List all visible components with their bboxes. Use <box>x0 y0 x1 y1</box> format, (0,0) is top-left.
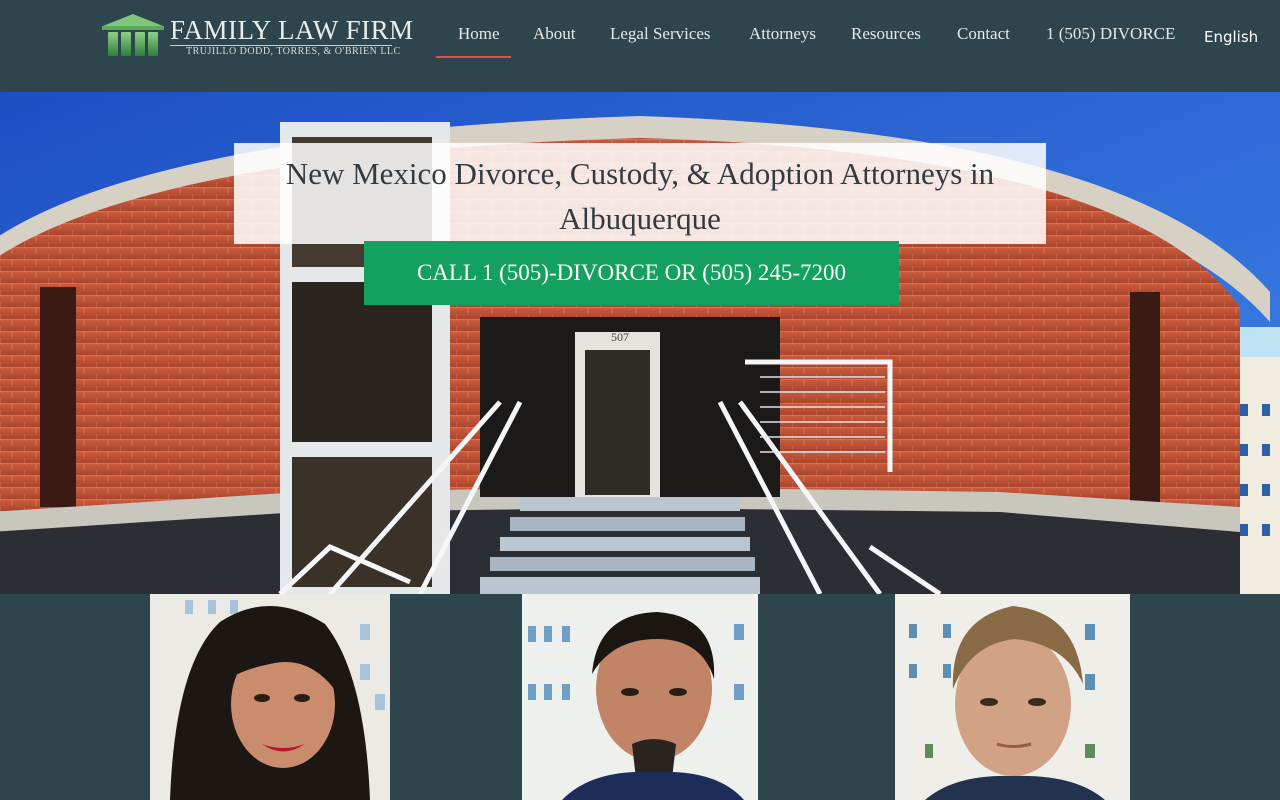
attorney-2-image <box>522 594 758 800</box>
language-selector[interactable]: English <box>1204 28 1258 46</box>
nav-attorneys[interactable]: Attorneys <box>749 24 816 44</box>
hero-title-box: New Mexico Divorce, Custody, & Adoption … <box>234 143 1046 244</box>
site-header: FAMILY LAW FIRM TRUJILLO DODD, TORRES, &… <box>0 0 1280 92</box>
nav-contact[interactable]: Contact <box>957 24 1010 44</box>
logo[interactable]: FAMILY LAW FIRM TRUJILLO DODD, TORRES, &… <box>100 12 413 62</box>
building-number: 507 <box>611 330 629 344</box>
attorney-photo-2[interactable] <box>522 594 758 800</box>
nav-phone[interactable]: 1 (505) DIVORCE <box>1046 24 1175 44</box>
nav-legal-services[interactable]: Legal Services <box>610 24 711 44</box>
hero-title: New Mexico Divorce, Custody, & Adoption … <box>285 156 995 236</box>
attorney-photo-1[interactable] <box>150 594 390 800</box>
attorney-1-image <box>150 594 390 800</box>
active-nav-indicator <box>436 56 511 58</box>
call-cta-button[interactable]: CALL 1 (505)-DIVORCE OR (505) 245-7200 <box>364 241 899 305</box>
attorney-3-image <box>895 594 1130 800</box>
nav-about[interactable]: About <box>533 24 576 44</box>
nav-resources[interactable]: Resources <box>851 24 921 44</box>
team-strip <box>0 594 1280 800</box>
logo-name: FAMILY LAW FIRM <box>170 15 414 45</box>
columns-logo-icon <box>102 14 164 56</box>
logo-subtitle: TRUJILLO DODD, TORRES, & O'BRIEN LLC <box>186 46 401 57</box>
nav-home[interactable]: Home <box>458 24 500 44</box>
attorney-photo-3[interactable] <box>895 594 1130 800</box>
